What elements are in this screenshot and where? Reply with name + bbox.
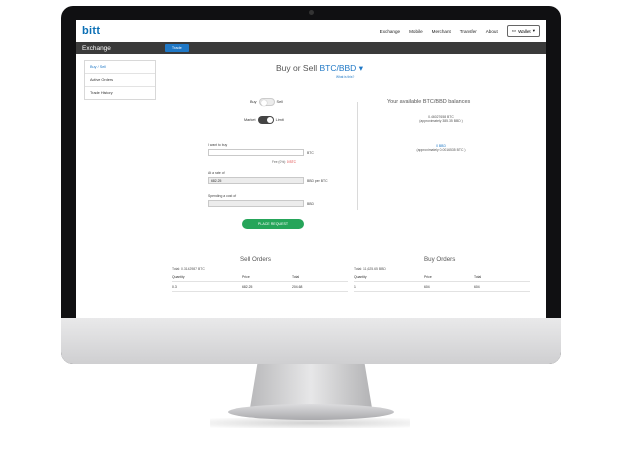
sell-orders-title: Sell Orders xyxy=(240,256,271,263)
page-title: Exchange xyxy=(82,44,111,52)
col-price: Price xyxy=(242,274,250,279)
wallet-label: Wallet xyxy=(518,28,531,34)
nav-exchange[interactable]: Exchange xyxy=(380,29,400,34)
monitor-chin xyxy=(61,318,561,364)
sell-orders-total: Total: 0.3142987 BTC xyxy=(172,267,205,271)
sidebar: Buy / Sell Active Orders Trade History xyxy=(84,60,156,100)
balances-title: Your available BTC/BBD balances xyxy=(387,99,471,105)
table-header: Quantity Price Total xyxy=(354,272,530,282)
sidebar-item-trade-history[interactable]: Trade History xyxy=(85,87,155,99)
cost-input[interactable] xyxy=(208,200,304,207)
nav-mobile[interactable]: Mobile xyxy=(409,29,423,34)
rate-label: At a rate of xyxy=(208,171,225,175)
monitor-scene: bitt Exchange Mobile Merchant Transfer A… xyxy=(0,0,620,456)
cell-total: 204.68 xyxy=(292,284,303,289)
nav-about[interactable]: About xyxy=(486,29,498,34)
rate-unit: BBD per BTC xyxy=(307,179,328,183)
what-is-this-link[interactable]: What is this? xyxy=(336,75,354,79)
toggle-buy-label: Buy xyxy=(250,100,257,104)
nav-merchant[interactable]: Merchant xyxy=(432,29,451,34)
cell-price: 604 xyxy=(424,284,430,289)
toggle-sell-label: Sell xyxy=(276,100,283,104)
buy-sell-toggle[interactable]: Buy Sell xyxy=(250,98,283,106)
toggle-limit-label: Limit xyxy=(275,118,284,122)
buy-amount-input[interactable] xyxy=(208,149,304,156)
sell-orders-table: Quantity Price Total 0.3 682.25 204.68 xyxy=(172,272,348,292)
pair-selector[interactable]: BTC/BBD ▾ xyxy=(319,63,363,73)
monitor-stand-neck xyxy=(250,364,372,408)
market-limit-toggle[interactable]: Market Limit xyxy=(244,116,284,124)
col-total: Total xyxy=(292,274,300,279)
col-total: Total xyxy=(474,274,482,279)
cost-label: Spending a cost of xyxy=(208,194,237,198)
cell-quantity: 0.3 xyxy=(172,284,177,289)
toggle-market-label: Market xyxy=(244,118,256,122)
main-body: Buy / Sell Active Orders Trade History B… xyxy=(76,54,546,318)
table-row[interactable]: 0.3 682.25 204.68 xyxy=(172,282,348,292)
sidebar-item-buy-sell[interactable]: Buy / Sell xyxy=(85,61,155,74)
cost-unit: BBD xyxy=(307,202,314,206)
buy-sell-switch[interactable] xyxy=(258,98,275,106)
col-price: Price xyxy=(424,274,432,279)
place-request-button[interactable]: PLACE REQUEST xyxy=(242,219,304,229)
fee-value: 0 BTC xyxy=(286,160,296,164)
fee-label: Fee (0%): xyxy=(272,160,286,164)
monitor-stand-foot xyxy=(228,404,394,420)
chevron-down-icon: ▾ xyxy=(358,63,363,73)
tab-trade[interactable]: Trade xyxy=(164,44,189,52)
cell-price: 682.25 xyxy=(242,284,253,289)
bbd-balance: 0 BBD (approximately 0.0016535 BTC ) xyxy=(366,144,516,152)
buy-orders-title: Buy Orders xyxy=(424,256,456,263)
rate-input[interactable]: 682.25 xyxy=(208,177,304,184)
want-label: I want to buy xyxy=(208,143,228,147)
buy-orders-table: Quantity Price Total 1 604 604 xyxy=(354,272,530,292)
btc-balance-approx: (approximately 385.35 BBD ) xyxy=(419,119,463,123)
buy-orders-total: Total: 11,625.65 BBD xyxy=(354,267,386,271)
cell-quantity: 1 xyxy=(354,284,356,289)
sub-header: Exchange Trade xyxy=(76,42,546,54)
sidebar-item-active-orders[interactable]: Active Orders xyxy=(85,74,155,87)
camera-icon xyxy=(309,10,314,15)
trade-title: Buy or Sell BTC/BBD ▾ xyxy=(276,63,363,74)
table-row[interactable]: 1 604 604 xyxy=(354,282,530,292)
main-nav: Exchange Mobile Merchant Transfer About … xyxy=(380,25,540,37)
title-prefix: Buy or Sell xyxy=(276,63,318,73)
wallet-icon: ▭ xyxy=(511,28,517,33)
chevron-down-icon: ▾ xyxy=(532,28,535,33)
logo[interactable]: bitt xyxy=(82,25,100,37)
top-navbar: bitt Exchange Mobile Merchant Transfer A… xyxy=(76,20,546,42)
vertical-divider xyxy=(357,102,358,210)
nav-transfer[interactable]: Transfer xyxy=(460,29,477,34)
btc-balance: 0.46027658 BTC (approximately 385.35 BBD… xyxy=(366,115,516,123)
fee-text: Fee (0%): 0 BTC xyxy=(272,160,296,164)
col-quantity: Quantity xyxy=(354,274,367,279)
bbd-balance-approx: (approximately 0.0016535 BTC ) xyxy=(416,148,466,152)
market-limit-switch[interactable] xyxy=(257,116,274,124)
buy-unit: BTC xyxy=(307,151,314,155)
table-header: Quantity Price Total xyxy=(172,272,348,282)
wallet-button[interactable]: ▭ Wallet ▾ xyxy=(506,25,540,37)
screen: bitt Exchange Mobile Merchant Transfer A… xyxy=(76,20,546,318)
cell-total: 604 xyxy=(474,284,480,289)
col-quantity: Quantity xyxy=(172,274,185,279)
pair-label: BTC/BBD xyxy=(319,63,357,73)
